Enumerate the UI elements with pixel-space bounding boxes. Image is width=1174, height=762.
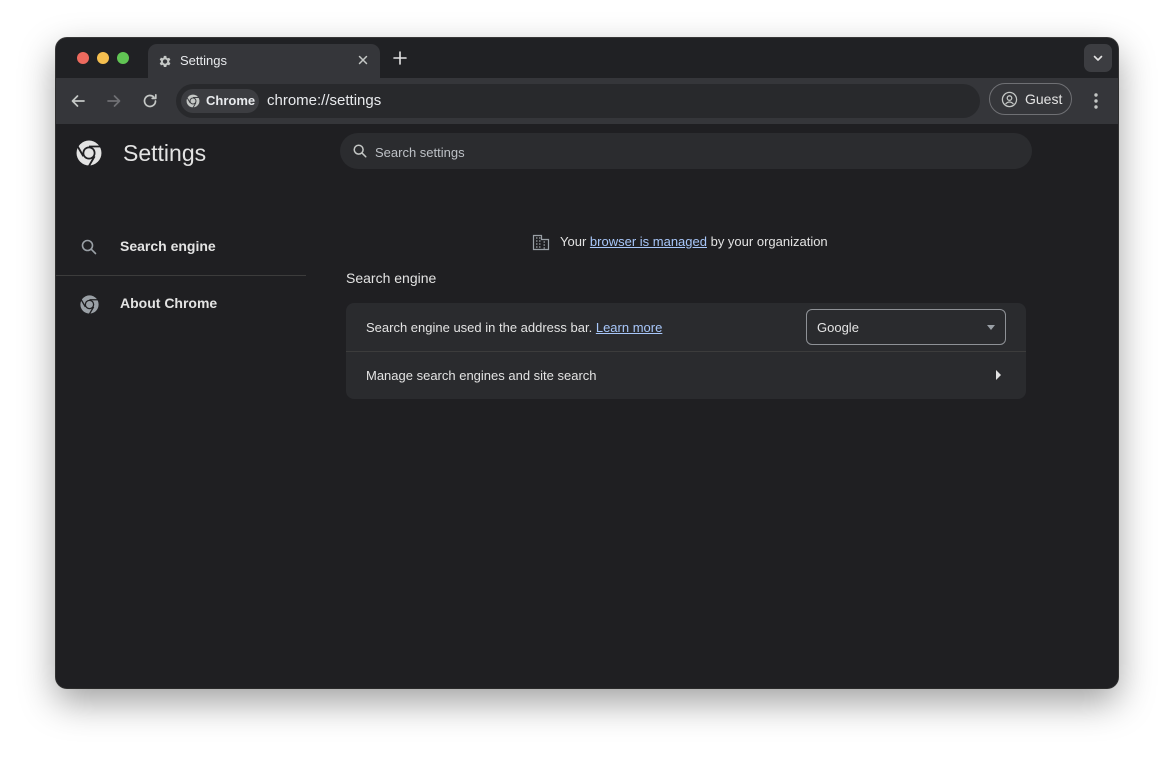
chrome-logo-icon xyxy=(80,295,99,319)
chrome-logo-icon xyxy=(76,140,102,171)
back-arrow-icon[interactable] xyxy=(67,90,89,112)
arrow-right-icon xyxy=(996,370,1001,380)
browser-managed-link[interactable]: browser is managed xyxy=(590,234,707,249)
search-engine-card: Search engine used in the address bar. L… xyxy=(346,303,1026,399)
default-search-engine-row: Search engine used in the address bar. L… xyxy=(346,303,1026,351)
row-label: Manage search engines and site search xyxy=(366,368,597,383)
close-tab-icon[interactable] xyxy=(355,52,371,68)
learn-more-link[interactable]: Learn more xyxy=(596,320,662,335)
gear-icon xyxy=(157,54,172,69)
profile-button[interactable]: Guest xyxy=(989,83,1072,115)
search-icon xyxy=(80,238,98,261)
domain-building-icon xyxy=(532,234,550,251)
more-vert-icon[interactable] xyxy=(1087,90,1105,112)
chip-label: Chrome xyxy=(206,93,256,108)
chevron-down-icon xyxy=(1093,55,1103,61)
chrome-logo-icon xyxy=(186,94,200,108)
select-value: Google xyxy=(817,320,859,335)
dropdown-caret-icon xyxy=(987,325,995,330)
managed-prefix: Your xyxy=(560,234,587,249)
sidebar-divider xyxy=(56,275,306,276)
sidebar-item-label: About Chrome xyxy=(120,295,218,311)
browser-window: Settings Chrome chrome://settings Guest … xyxy=(56,38,1118,688)
address-bar[interactable]: Chrome chrome://settings xyxy=(176,84,980,118)
sidebar-item-about-chrome[interactable]: About Chrome xyxy=(56,282,306,326)
account-circle-icon xyxy=(1001,91,1018,108)
minimize-window-button[interactable] xyxy=(97,52,109,64)
tab-settings[interactable]: Settings xyxy=(148,44,380,78)
forward-arrow-icon[interactable] xyxy=(103,90,125,112)
section-title: Search engine xyxy=(346,270,437,286)
search-icon xyxy=(353,144,367,158)
tab-title: Settings xyxy=(180,53,227,68)
tab-search-button[interactable] xyxy=(1084,44,1112,72)
toolbar: Chrome chrome://settings Guest xyxy=(56,78,1118,124)
row-label: Search engine used in the address bar. xyxy=(366,320,593,335)
sidebar-item-search-engine[interactable]: Search engine xyxy=(56,225,306,269)
settings-page: Settings Search engine About Chrome Sear… xyxy=(56,124,1118,688)
search-settings-box[interactable] xyxy=(340,133,1032,169)
url-text[interactable]: chrome://settings xyxy=(267,92,381,109)
close-window-button[interactable] xyxy=(77,52,89,64)
new-tab-icon[interactable] xyxy=(391,49,409,67)
site-info-chip[interactable]: Chrome xyxy=(181,89,259,113)
maximize-window-button[interactable] xyxy=(117,52,129,64)
search-engine-select[interactable]: Google xyxy=(806,309,1006,345)
managed-suffix: by your organization xyxy=(710,234,828,249)
profile-label: Guest xyxy=(1025,91,1063,107)
reload-icon[interactable] xyxy=(139,90,161,112)
search-input[interactable] xyxy=(373,141,997,163)
tab-strip: Settings xyxy=(56,38,1118,78)
manage-search-engines-row[interactable]: Manage search engines and site search xyxy=(346,352,1026,399)
page-title: Settings xyxy=(123,140,207,166)
sidebar-item-label: Search engine xyxy=(120,238,216,254)
